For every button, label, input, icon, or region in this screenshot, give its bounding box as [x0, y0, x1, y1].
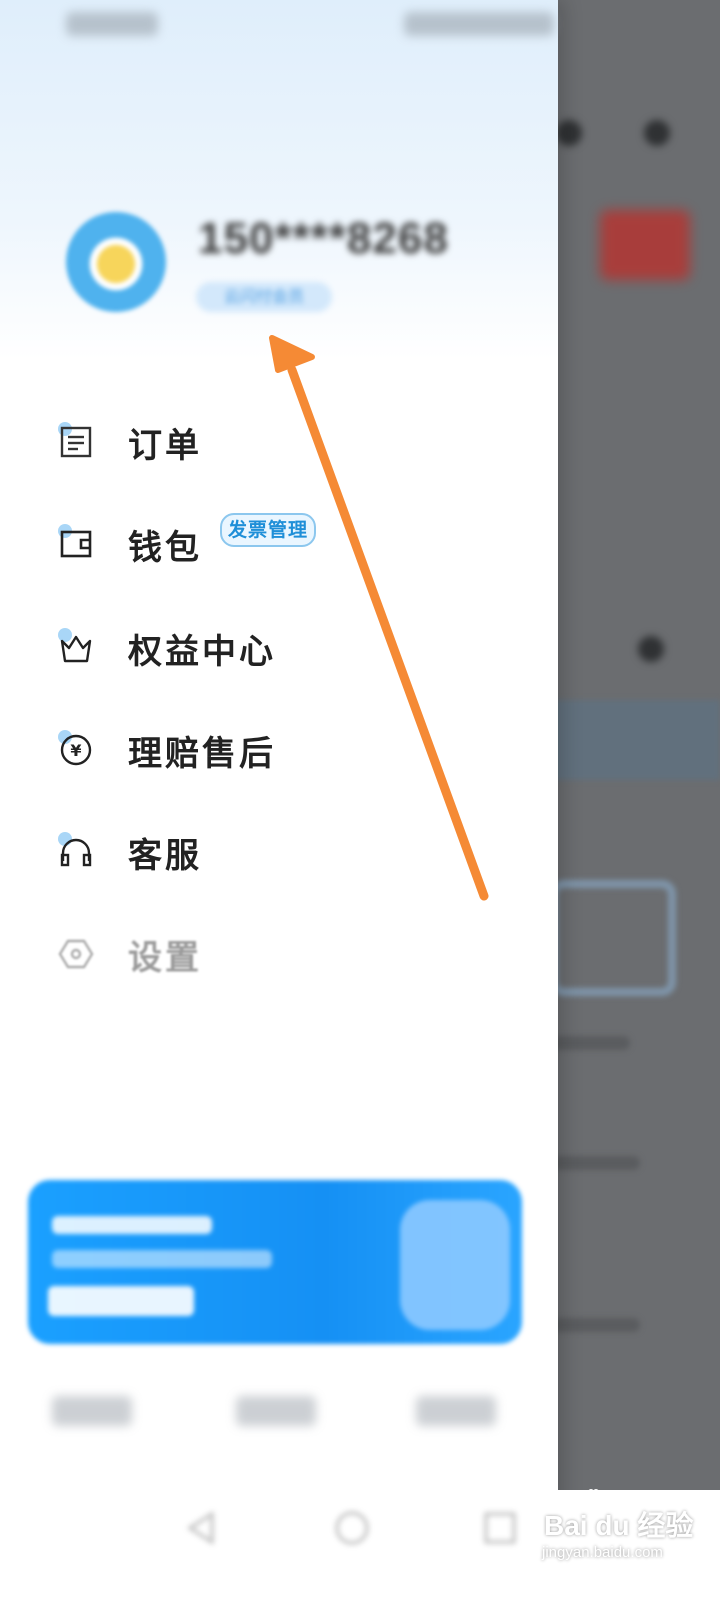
watermark-brand: Bai du 经验: [544, 1510, 694, 1541]
annotation-arrow: [269, 335, 489, 901]
baidu-jingyan-watermark: Bai du 经验 jingyan.baidu.com: [538, 1488, 708, 1588]
watermark-url: jingyan.baidu.com: [542, 1544, 663, 1561]
